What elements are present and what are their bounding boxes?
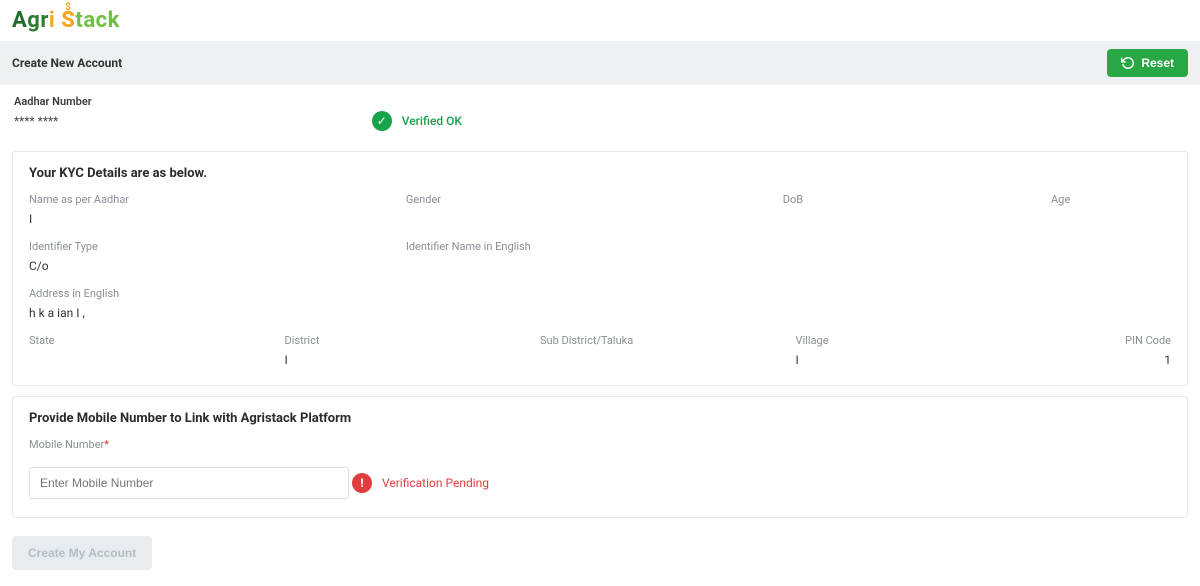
header-bar: Create New Account Reset bbox=[0, 41, 1200, 85]
pincode-label: PIN Code bbox=[1051, 334, 1171, 347]
reset-button[interactable]: Reset bbox=[1107, 49, 1188, 77]
verified-status-label: Verified OK bbox=[402, 114, 462, 128]
top-bar: Agri$Stack bbox=[0, 0, 1200, 41]
address-value: h k a ian I , bbox=[29, 306, 1171, 320]
name-value: I bbox=[29, 212, 388, 226]
verification-pending: ! Verification Pending bbox=[352, 473, 489, 493]
logo: Agri$Stack bbox=[12, 8, 120, 33]
village-label: Village bbox=[796, 334, 1040, 347]
alert-circle-icon: ! bbox=[352, 473, 372, 493]
id-type-label: Identifier Type bbox=[29, 240, 388, 253]
id-name-value bbox=[406, 259, 765, 273]
aadhar-label: Aadhar Number bbox=[14, 95, 92, 108]
id-type-value: C/o bbox=[29, 259, 388, 273]
dob-label: DoB bbox=[783, 193, 1051, 206]
dob-value bbox=[783, 212, 1051, 226]
mobile-input[interactable] bbox=[29, 467, 349, 499]
check-circle-icon: ✓ bbox=[372, 111, 392, 131]
gender-label: Gender bbox=[406, 193, 765, 206]
create-account-button[interactable]: Create My Account bbox=[12, 536, 152, 570]
mobile-title: Provide Mobile Number to Link with Agris… bbox=[29, 411, 1171, 426]
gender-value bbox=[406, 212, 765, 226]
district-label: District bbox=[285, 334, 529, 347]
id-name-label: Identifier Name in English bbox=[406, 240, 765, 253]
village-value: I bbox=[796, 353, 1040, 367]
address-label: Address in English bbox=[29, 287, 1171, 300]
mobile-label: Mobile Number* bbox=[29, 438, 1171, 451]
state-label: State bbox=[29, 334, 273, 347]
pincode-value: 1 bbox=[1051, 353, 1171, 367]
page-title: Create New Account bbox=[12, 56, 122, 70]
reset-button-label: Reset bbox=[1141, 56, 1174, 70]
age-label: Age bbox=[1051, 193, 1171, 206]
age-value bbox=[1051, 212, 1171, 226]
mobile-card: Provide Mobile Number to Link with Agris… bbox=[12, 396, 1188, 518]
kyc-title: Your KYC Details are as below. bbox=[29, 166, 1171, 181]
subdistrict-label: Sub District/Taluka bbox=[540, 334, 784, 347]
reset-icon bbox=[1121, 56, 1135, 70]
state-value bbox=[29, 353, 273, 367]
district-value: I bbox=[285, 353, 529, 367]
aadhar-section: Aadhar Number **** **** ✓ Verified OK bbox=[0, 85, 1200, 141]
verification-pending-label: Verification Pending bbox=[382, 476, 489, 490]
name-label: Name as per Aadhar bbox=[29, 193, 388, 206]
verified-status: ✓ Verified OK bbox=[372, 111, 462, 131]
kyc-card: Your KYC Details are as below. Name as p… bbox=[12, 151, 1188, 386]
subdistrict-value bbox=[540, 353, 784, 367]
aadhar-value: **** **** bbox=[14, 114, 92, 128]
